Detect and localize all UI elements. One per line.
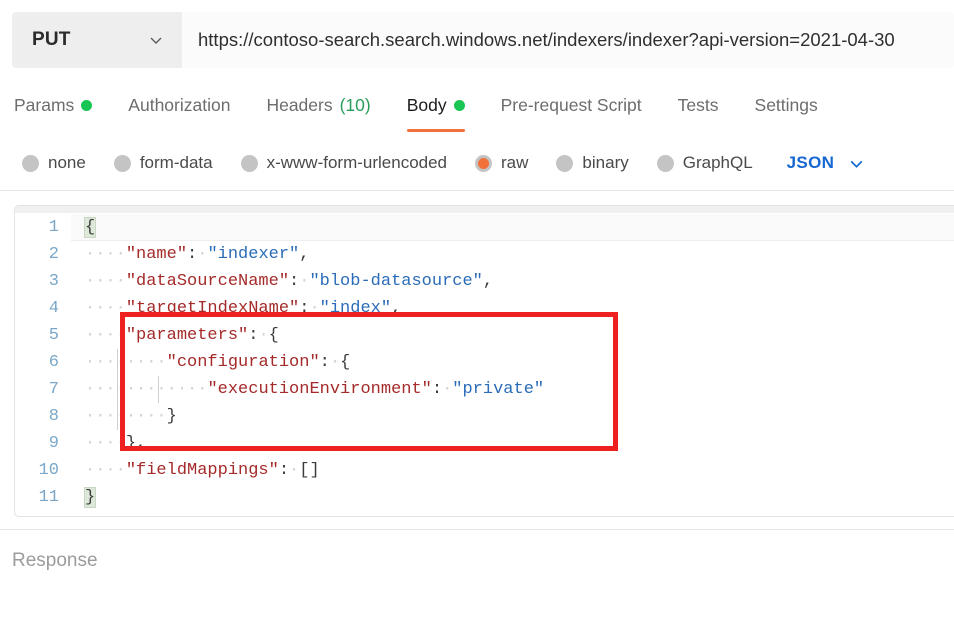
line-content[interactable]: ····"targetIndexName":·"index", xyxy=(71,295,954,322)
request-tabs: Params Authorization Headers (10) Body P… xyxy=(14,88,954,134)
editor-line: 7 ············"executionEnvironment":·"p… xyxy=(15,376,954,403)
tab-headers-label: Headers xyxy=(266,94,333,115)
tab-params[interactable]: Params xyxy=(14,88,93,122)
tab-settings-label: Settings xyxy=(754,94,818,115)
editor-line: 1 { xyxy=(15,214,954,241)
radio-form-data-icon[interactable] xyxy=(113,154,131,172)
line-number: 11 xyxy=(38,488,59,507)
headers-count-badge: (10) xyxy=(339,94,371,115)
tab-tests-label: Tests xyxy=(677,94,719,115)
radio-urlencoded-icon[interactable] xyxy=(240,154,258,172)
line-number: 7 xyxy=(48,380,59,399)
line-number: 3 xyxy=(48,272,59,291)
http-method-select[interactable]: PUT xyxy=(12,12,182,68)
tab-pre-request-script[interactable]: Pre-request Script xyxy=(501,88,642,122)
body-type-none-label: none xyxy=(48,153,86,172)
editor-horizontal-scrollbar[interactable] xyxy=(15,206,954,213)
active-tab-indicator xyxy=(406,129,465,132)
chevron-down-icon xyxy=(148,32,164,48)
body-type-binary[interactable]: binary xyxy=(556,153,629,173)
radio-none-icon[interactable] xyxy=(22,154,39,172)
editor-line: 11 } xyxy=(15,484,954,511)
line-number: 5 xyxy=(48,326,59,345)
tab-headers[interactable]: Headers (10) xyxy=(266,88,370,122)
line-content[interactable]: { xyxy=(71,214,954,241)
line-number: 8 xyxy=(48,407,59,426)
editor-line: 2 ····"name":·"indexer", xyxy=(15,241,954,268)
body-type-urlencoded-label: x-www-form-urlencoded xyxy=(266,153,448,172)
response-divider xyxy=(0,529,954,530)
editor-line: 8 ········} xyxy=(15,403,954,430)
editor-line: 6 ········"configuration":·{ xyxy=(15,349,954,376)
body-type-raw[interactable]: raw xyxy=(475,153,528,173)
tab-body-label: Body xyxy=(406,94,447,115)
line-number: 6 xyxy=(48,353,59,372)
line-content[interactable]: ····}, xyxy=(71,430,954,457)
tab-authorization-label: Authorization xyxy=(128,94,231,115)
line-number: 4 xyxy=(48,299,59,318)
request-body-editor[interactable]: 1 { 2 ····"name":·"indexer", 3 ····"data… xyxy=(14,205,954,517)
request-url-input[interactable]: https://contoso-search.search.windows.ne… xyxy=(182,12,954,68)
tab-authorization[interactable]: Authorization xyxy=(128,88,230,122)
line-content[interactable]: } xyxy=(71,484,954,511)
response-section-title: Response xyxy=(12,550,98,571)
body-format-label: JSON xyxy=(786,153,835,172)
radio-graphql-icon[interactable] xyxy=(656,154,674,172)
line-content[interactable]: ····"dataSourceName":·"blob-datasource", xyxy=(71,268,954,295)
editor-line: 3 ····"dataSourceName":·"blob-datasource… xyxy=(15,268,954,295)
body-type-urlencoded[interactable]: x-www-form-urlencoded xyxy=(240,153,448,173)
line-number: 2 xyxy=(48,245,59,264)
editor-line: 4 ····"targetIndexName":·"index", xyxy=(15,295,954,322)
body-format-select[interactable]: JSON xyxy=(787,153,866,173)
line-content[interactable]: ····"fieldMappings":·[] xyxy=(71,457,954,484)
tab-params-label: Params xyxy=(14,94,75,115)
params-status-dot-icon xyxy=(81,99,93,111)
body-type-form-data-label: form-data xyxy=(139,153,213,172)
line-number: 1 xyxy=(48,218,59,237)
body-type-options: none form-data x-www-form-urlencoded raw… xyxy=(22,146,952,180)
chevron-down-icon xyxy=(848,155,865,172)
body-status-dot-icon xyxy=(453,99,465,111)
line-content[interactable]: ········} xyxy=(71,403,954,430)
editor-line: 10 ····"fieldMappings":·[] xyxy=(15,457,954,484)
body-type-graphql-label: GraphQL xyxy=(682,153,753,172)
line-number: 9 xyxy=(48,434,59,453)
line-content[interactable]: ········"configuration":·{ xyxy=(71,349,954,376)
body-type-graphql[interactable]: GraphQL xyxy=(656,153,753,173)
body-type-binary-label: binary xyxy=(582,153,629,172)
line-content[interactable]: ············"executionEnvironment":·"pri… xyxy=(71,376,954,403)
radio-binary-icon[interactable] xyxy=(556,154,574,172)
body-toolbar-divider xyxy=(0,190,954,191)
tab-pre-request-script-label: Pre-request Script xyxy=(500,94,642,115)
tab-settings[interactable]: Settings xyxy=(755,88,818,122)
http-method-label: PUT xyxy=(32,29,71,50)
editor-line: 9 ····}, xyxy=(15,430,954,457)
body-type-none[interactable]: none xyxy=(22,153,86,173)
line-number: 10 xyxy=(38,461,59,480)
tab-body[interactable]: Body xyxy=(406,88,465,132)
tab-tests[interactable]: Tests xyxy=(678,88,719,122)
editor-code-area[interactable]: 1 { 2 ····"name":·"indexer", 3 ····"data… xyxy=(15,214,954,516)
radio-raw-icon[interactable] xyxy=(475,154,493,172)
body-type-form-data[interactable]: form-data xyxy=(113,153,213,173)
request-url-bar: PUT https://contoso-search.search.window… xyxy=(12,12,954,68)
editor-line: 5 ····"parameters":·{ xyxy=(15,322,954,349)
line-content[interactable]: ····"parameters":·{ xyxy=(71,322,954,349)
line-content[interactable]: ····"name":·"indexer", xyxy=(71,241,954,268)
body-type-raw-label: raw xyxy=(501,153,529,172)
